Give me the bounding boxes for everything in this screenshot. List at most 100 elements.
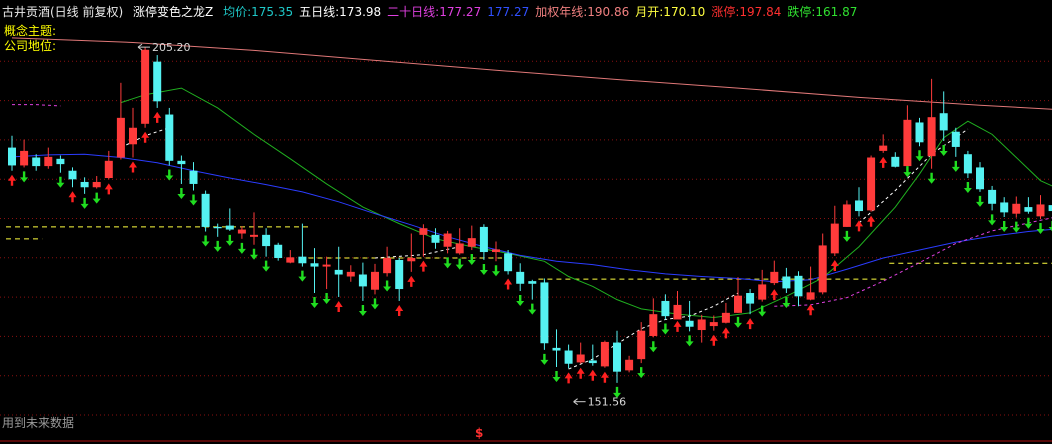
candle-body — [673, 304, 682, 320]
candle-body — [600, 341, 609, 367]
candle-34 — [419, 224, 428, 257]
up-arrow-icon — [576, 367, 585, 379]
candle-81 — [988, 185, 997, 211]
candle-33 — [407, 233, 416, 272]
candle-28 — [346, 265, 355, 282]
candle-57 — [697, 314, 706, 343]
candle-body — [552, 347, 561, 351]
candle-63 — [770, 260, 779, 286]
candle-body — [262, 234, 271, 247]
candle-body — [322, 264, 331, 267]
candle-body — [576, 354, 585, 363]
candle-body — [1000, 202, 1009, 213]
down-arrow-icon — [80, 197, 89, 209]
candle-body — [56, 158, 65, 165]
candle-body — [346, 271, 355, 277]
candle-body — [927, 117, 936, 157]
candle-body — [746, 293, 755, 304]
candle-body — [1036, 204, 1045, 217]
up-arrow-icon — [104, 183, 113, 195]
candle-body — [116, 117, 125, 158]
candle-1 — [20, 139, 29, 168]
candle-64 — [782, 267, 791, 294]
indicator-value-3: 177.27 — [487, 5, 530, 19]
candle-24 — [298, 223, 307, 267]
candle-body — [516, 271, 525, 284]
candle-77 — [939, 91, 948, 141]
down-arrow-icon — [963, 182, 972, 193]
candle-body — [758, 284, 767, 300]
ma5_white_b-series — [374, 246, 460, 259]
candle-62 — [758, 269, 767, 302]
candle-body — [806, 292, 815, 300]
candle-86 — [1048, 205, 1052, 212]
up-arrow-icon — [141, 131, 150, 143]
candle-body — [891, 156, 900, 167]
candle-70 — [855, 187, 863, 217]
candle-76 — [927, 78, 936, 169]
candle-67 — [818, 233, 827, 295]
candle-69 — [842, 200, 851, 227]
up-arrow-icon — [395, 304, 404, 316]
down-arrow-icon — [685, 335, 694, 347]
down-arrow-icon — [492, 265, 500, 277]
candle-body — [455, 243, 464, 254]
candle-15 — [189, 162, 198, 191]
down-arrow-icon — [1036, 222, 1045, 234]
candle-body — [685, 320, 694, 327]
up-arrow-icon — [806, 304, 815, 316]
candle-body — [1048, 205, 1052, 212]
up-arrow-icon — [564, 372, 573, 384]
candle-44 — [540, 278, 549, 350]
candle-51 — [625, 355, 634, 373]
down-arrow-icon — [201, 235, 210, 247]
candle-20 — [250, 212, 258, 245]
up-arrow-icon — [504, 278, 513, 290]
ma_blue-series — [11, 153, 1052, 283]
candle-body — [1012, 203, 1021, 214]
candle-body — [794, 275, 803, 297]
down-arrow-icon — [443, 257, 452, 269]
candle-body — [20, 150, 29, 166]
up-arrow-icon — [153, 111, 162, 123]
candle-body — [818, 245, 827, 293]
candle-body — [431, 234, 440, 243]
down-arrow-icon — [56, 176, 65, 188]
candle-11 — [141, 47, 150, 128]
candle-body — [44, 156, 53, 167]
down-arrow-icon — [262, 260, 271, 272]
candle-body — [564, 350, 573, 364]
ma5_white_d-series — [858, 128, 969, 224]
down-arrow-icon — [637, 367, 646, 379]
candle-body — [286, 257, 295, 263]
indicator-value-7: 跌停:161.87 — [787, 5, 858, 19]
candle-53 — [649, 298, 658, 338]
candle-29 — [358, 262, 367, 301]
down-arrow-icon — [528, 303, 537, 315]
candle-0 — [8, 135, 16, 171]
down-arrow-icon — [649, 341, 658, 353]
candle-36 — [443, 230, 452, 254]
candles[interactable] — [8, 47, 1052, 383]
candle-body — [915, 122, 924, 143]
candle-body — [32, 157, 41, 167]
candle-66 — [806, 266, 815, 301]
candle-body — [830, 223, 839, 254]
candle-72 — [879, 134, 888, 153]
up-arrow-icon — [879, 156, 888, 168]
down-arrow-icon — [734, 316, 742, 328]
up-arrow-icon — [770, 289, 779, 301]
candle-5 — [68, 167, 77, 188]
candle-body — [334, 269, 343, 275]
candle-body — [407, 257, 416, 262]
down-arrow-icon — [951, 160, 960, 172]
future-data-note: 用到未来数据 — [2, 416, 75, 430]
candle-body — [867, 157, 876, 211]
candle-23 — [286, 250, 295, 264]
candle-body — [274, 244, 283, 258]
candlestick-chart[interactable]: 205.20 151.56 — [0, 0, 1052, 444]
down-arrow-icon — [782, 297, 791, 309]
candle-30 — [371, 263, 379, 295]
candle-41 — [504, 250, 513, 275]
candle-body — [310, 263, 319, 267]
